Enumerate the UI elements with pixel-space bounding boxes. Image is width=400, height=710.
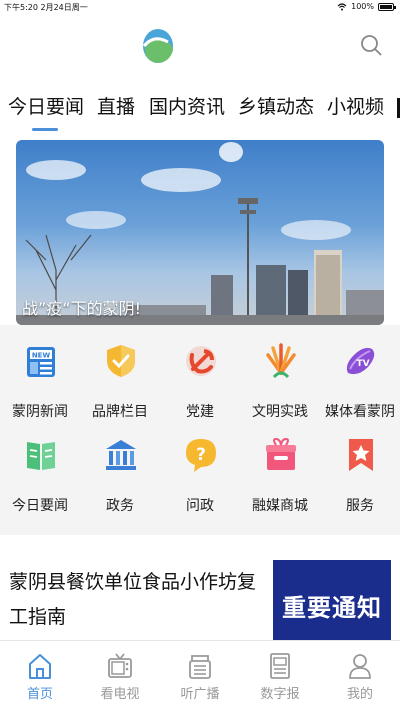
grid-item-inquiry[interactable]: ? 问政: [160, 419, 240, 514]
grid-label: 媒体看蒙阴: [325, 404, 395, 420]
function-grid: NEW 蒙阴新闻 品牌栏目 党建 文明实践 TV 媒体看蒙阴 今日要闻 政务 ?…: [0, 325, 400, 535]
nav-digital-newspaper[interactable]: 数字报: [240, 641, 320, 710]
grid-label: 品牌栏目: [92, 404, 148, 420]
tab-short-video[interactable]: 小视频: [327, 92, 384, 119]
party-emblem-icon: [186, 346, 216, 376]
newspaper-icon: [270, 653, 290, 679]
grid-item-today-news[interactable]: 今日要闻: [0, 419, 80, 514]
battery-icon: [378, 2, 396, 11]
tab-town-news[interactable]: 乡镇动态: [238, 92, 314, 119]
government-building-icon: [106, 440, 136, 470]
tab-active-indicator: [32, 128, 58, 131]
grid-label: 服务: [346, 498, 374, 514]
grid-item-media-mall[interactable]: 融媒商城: [240, 419, 320, 514]
grid-item-mengyin-news[interactable]: NEW 蒙阴新闻: [0, 325, 80, 420]
user-icon: [349, 654, 371, 679]
tab-domestic-news[interactable]: 国内资讯: [149, 92, 225, 119]
nav-mine[interactable]: 我的: [320, 641, 400, 710]
gift-box-icon: [266, 437, 296, 470]
question-bubble-icon: ?: [186, 439, 216, 472]
banner-carousel[interactable]: 战”疫“下的蒙阴!: [16, 140, 384, 325]
brand-shield-icon: [107, 345, 135, 377]
thumbnail-text: 重要通知: [282, 594, 382, 622]
grid-label: 政务: [106, 498, 134, 514]
grid-item-media-view[interactable]: TV 媒体看蒙阴: [320, 325, 400, 420]
tab-live[interactable]: 直播: [97, 92, 135, 119]
grid-label: 蒙阴新闻: [12, 404, 68, 420]
civilization-fan-icon: [266, 343, 296, 379]
nav-label: 首页: [26, 687, 53, 702]
app-logo-icon: [142, 29, 173, 63]
bottom-nav: 首页 看电视 听广播 数字报 我的: [0, 640, 400, 710]
battery-percent: 100%: [351, 2, 374, 11]
news-icon: NEW: [27, 347, 55, 377]
channel-tabs: 今日要闻 直播 国内资讯 乡镇动态 小视频: [0, 86, 400, 132]
news-article-card[interactable]: 蒙阴县餐饮单位食品小作坊复工指南 重要通知: [0, 545, 400, 640]
nav-home[interactable]: 首页: [0, 641, 80, 710]
svg-text:TV: TV: [356, 359, 369, 369]
star-ribbon-icon: [349, 439, 373, 471]
banner-caption: 战”疫“下的蒙阴!: [22, 299, 141, 318]
grid-label: 问政: [186, 498, 214, 514]
nav-watch-tv[interactable]: 看电视: [80, 641, 160, 710]
status-bar: 下午5:20 2月24日周一 100%: [0, 0, 400, 14]
search-icon[interactable]: [360, 34, 382, 56]
svg-text:NEW: NEW: [32, 352, 51, 360]
nav-label: 我的: [346, 687, 373, 702]
home-icon: [29, 654, 51, 679]
book-icon: [27, 442, 55, 470]
svg-text:?: ?: [196, 445, 206, 465]
nav-label: 看电视: [100, 687, 140, 702]
grid-item-brand-column[interactable]: 品牌栏目: [80, 325, 160, 420]
nav-label: 数字报: [260, 687, 300, 702]
tab-today-news[interactable]: 今日要闻: [8, 92, 84, 119]
grid-label: 今日要闻: [12, 498, 68, 514]
status-time-date: 下午5:20 2月24日周一: [4, 3, 88, 12]
article-title: 蒙阴县餐饮单位食品小作坊复工指南: [9, 571, 257, 628]
tv-set-icon: [108, 653, 132, 678]
article-thumbnail: 重要通知: [273, 560, 391, 640]
tv-icon: TV: [346, 347, 375, 375]
grid-item-government-affairs[interactable]: 政务: [80, 419, 160, 514]
grid-item-services[interactable]: 服务: [320, 419, 400, 514]
nav-listen-radio[interactable]: 听广播: [160, 641, 240, 710]
radio-icon: [189, 655, 211, 679]
grid-item-party-building[interactable]: 党建: [160, 325, 240, 420]
grid-label: 融媒商城: [252, 498, 308, 514]
wifi-icon: [337, 2, 347, 10]
grid-label: 党建: [186, 404, 214, 420]
nav-label: 听广播: [180, 687, 220, 702]
grid-label: 文明实践: [252, 404, 308, 420]
header: [0, 14, 400, 76]
status-right: 100%: [337, 2, 396, 11]
grid-item-civilization-practice[interactable]: 文明实践: [240, 325, 320, 420]
